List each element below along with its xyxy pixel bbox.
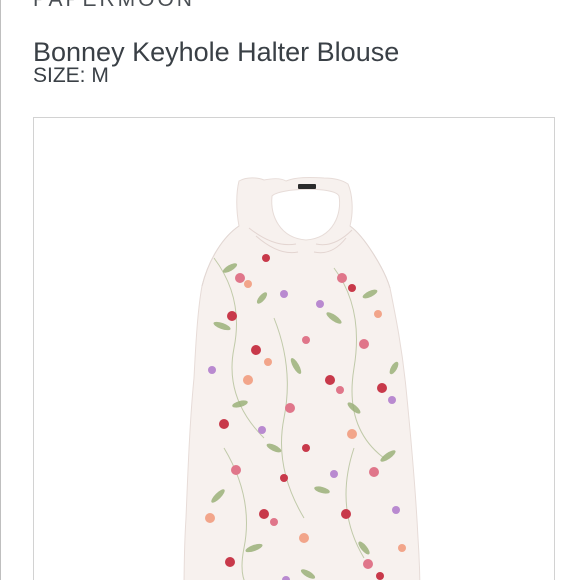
size-label: SIZE: M bbox=[33, 64, 109, 87]
garment-label bbox=[298, 184, 316, 189]
blouse-photo bbox=[183, 176, 421, 580]
brand-name[interactable]: PAPERMOON bbox=[33, 0, 195, 12]
left-border bbox=[0, 0, 1, 580]
product-image-card[interactable] bbox=[33, 117, 555, 580]
